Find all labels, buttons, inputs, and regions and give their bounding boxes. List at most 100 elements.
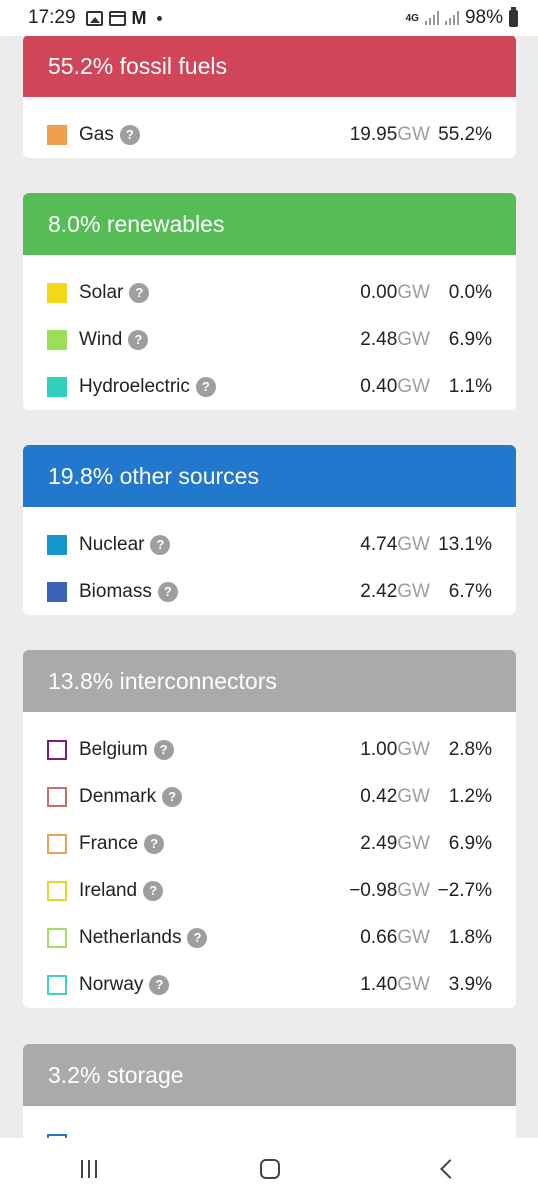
source-row: Nuclear? 4.74GW 13.1%	[23, 521, 516, 568]
back-button[interactable]	[439, 1159, 460, 1179]
share-percent: 6.9%	[448, 832, 492, 854]
clock: 17:29	[28, 7, 76, 28]
source-name: Norway	[79, 973, 144, 995]
power-number: 2.48	[360, 328, 398, 350]
source-row: France? 2.49GW 6.9%	[23, 820, 516, 867]
source-row: Hydroelectric? 0.40GW 1.1%	[23, 363, 516, 410]
source-name: Denmark	[79, 785, 157, 807]
battery-icon	[509, 6, 518, 27]
power-number: 4.74	[360, 533, 398, 555]
help-icon[interactable]: ?	[187, 927, 208, 948]
help-icon[interactable]: ?	[195, 376, 216, 397]
power-unit: GW	[397, 879, 430, 901]
section-card: 55.2% fossil fuels Gas? 19.95GW 55.2%	[23, 35, 516, 158]
source-row: Belgium? 1.00GW 2.8%	[23, 726, 516, 773]
section-header: 8.0% renewables	[23, 193, 516, 255]
share-percent: 1.1%	[448, 375, 492, 397]
power-unit: GW	[397, 123, 430, 145]
power-number: 2.42	[360, 580, 398, 602]
help-icon[interactable]: ?	[128, 329, 149, 350]
power-value: 2.49GW	[360, 833, 430, 855]
section-body: Belgium? 1.00GW 2.8% Denmark? 0.42GW 1.2% Fran…	[23, 712, 516, 1008]
power-number: −0.98	[349, 879, 398, 901]
power-number: 2.49	[360, 832, 398, 854]
source-row: Denmark? 0.42GW 1.2%	[23, 773, 516, 820]
source-name: Biomass	[79, 580, 152, 602]
source-name: Nuclear	[79, 533, 145, 555]
share-percent: 2.8%	[448, 738, 492, 760]
power-number: 0.42	[360, 785, 398, 807]
recent-apps-button[interactable]	[81, 1160, 98, 1178]
legend-swatch	[47, 927, 67, 948]
help-icon[interactable]: ?	[149, 974, 170, 995]
section-header: 13.8% interconnectors	[23, 650, 516, 712]
source-name: Solar	[79, 281, 124, 303]
share-percent: −2.7%	[437, 879, 492, 901]
home-button[interactable]	[259, 1159, 280, 1179]
help-icon[interactable]: ?	[162, 786, 183, 807]
source-name: Netherlands	[79, 926, 182, 948]
source-name: Wind	[79, 328, 123, 350]
share-percent: 0.0%	[448, 281, 492, 303]
help-icon[interactable]: ?	[129, 282, 150, 303]
source-row: Norway? 1.40GW 3.9%	[23, 961, 516, 1008]
power-number: 0.66	[360, 926, 398, 948]
share-percent: 6.9%	[448, 328, 492, 350]
source-row: Gas? 19.95GW 55.2%	[23, 111, 516, 158]
power-unit: GW	[397, 785, 430, 807]
legend-swatch	[47, 880, 67, 901]
section-header: 3.2% storage	[23, 1044, 516, 1106]
share-percent: 1.8%	[448, 926, 492, 948]
power-value: 1.40GW	[360, 974, 430, 996]
section-header: 19.8% other sources	[23, 445, 516, 507]
legend-swatch	[47, 974, 67, 995]
source-name: France	[79, 832, 139, 854]
help-icon[interactable]: ?	[153, 739, 174, 760]
legend-swatch	[47, 329, 67, 350]
power-unit: GW	[397, 328, 430, 350]
section-body: Nuclear? 4.74GW 13.1% Biomass? 2.42GW 6.7%	[23, 507, 516, 615]
help-icon[interactable]: ?	[119, 124, 140, 145]
source-row: Wind? 2.48GW 6.9%	[23, 316, 516, 363]
source-name: Ireland	[79, 879, 138, 901]
power-unit: GW	[397, 832, 430, 854]
power-value: 4.74GW	[360, 534, 430, 556]
share-percent: 13.1%	[438, 533, 492, 555]
section-body: Solar? 0.00GW 0.0% Wind? 2.48GW 6.9% Hydroelec…	[23, 255, 516, 410]
legend-swatch	[47, 739, 67, 760]
source-name: Belgium	[79, 738, 148, 760]
gallery-notification-icon	[85, 10, 103, 26]
legend-swatch	[47, 282, 67, 303]
legend-swatch	[47, 786, 67, 807]
power-unit: GW	[397, 375, 430, 397]
power-number: 1.00	[360, 738, 398, 760]
legend-swatch	[47, 534, 67, 555]
power-unit: GW	[397, 580, 430, 602]
power-unit: GW	[397, 973, 430, 995]
share-percent: 55.2%	[438, 123, 492, 145]
signal-strength-icon	[424, 11, 439, 25]
power-unit: GW	[397, 926, 430, 948]
help-icon[interactable]: ?	[157, 581, 178, 602]
section-header: 55.2% fossil fuels	[23, 35, 516, 97]
battery-percent: 98%	[464, 7, 503, 28]
share-percent: 1.2%	[448, 785, 492, 807]
power-number: 0.00	[360, 281, 398, 303]
section-card: 8.0% renewables Solar? 0.00GW 0.0% Wind? 2.48…	[23, 193, 516, 410]
help-icon[interactable]: ?	[144, 833, 165, 854]
help-icon[interactable]: ?	[143, 880, 164, 901]
gmail-notification-icon: M	[131, 7, 147, 28]
power-value: −0.98GW	[349, 880, 430, 902]
help-icon[interactable]: ?	[150, 534, 171, 555]
power-value: 1.00GW	[360, 739, 430, 761]
section-body: Gas? 19.95GW 55.2%	[23, 97, 516, 158]
section-card: 19.8% other sources Nuclear? 4.74GW 13.1% Bi…	[23, 445, 516, 615]
power-value: 0.00GW	[360, 282, 430, 304]
more-notifications-dot-icon	[156, 15, 162, 21]
power-value: 2.48GW	[360, 329, 430, 351]
section-card: 13.8% interconnectors Belgium? 1.00GW 2.8% D…	[23, 650, 516, 1008]
power-unit: GW	[397, 533, 430, 555]
share-percent: 3.9%	[448, 973, 492, 995]
power-value: 2.42GW	[360, 581, 430, 603]
power-unit: GW	[397, 281, 430, 303]
